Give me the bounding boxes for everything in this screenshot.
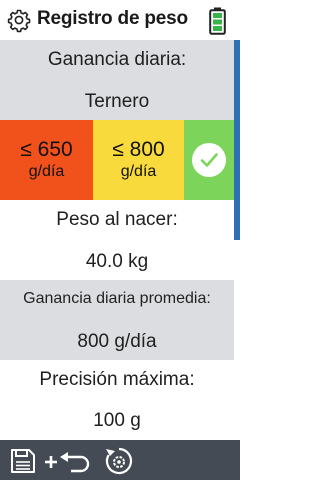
daily-gain-section: Ganancia diaria: Ternero [0, 40, 234, 120]
reset-settings-icon[interactable] [103, 445, 135, 477]
option-800-button[interactable]: ≤ 800 g/día [93, 120, 184, 200]
max-precision-section[interactable]: Precisión máxima: 100 g [0, 360, 234, 440]
daily-gain-category[interactable]: Ternero [0, 91, 234, 113]
option-650-unit: g/día [28, 163, 65, 180]
plus-return-icon[interactable] [43, 450, 93, 474]
battery-icon [209, 7, 226, 35]
avg-daily-gain-value: 800 g/día [77, 331, 157, 352]
option-650-button[interactable]: ≤ 650 g/día [0, 120, 93, 200]
footer-toolbar [0, 440, 240, 480]
avg-daily-gain-label: Ganancia diaria promedia: [23, 290, 211, 307]
max-precision-value: 100 g [93, 410, 141, 431]
daily-gain-label: Ganancia diaria: [47, 49, 187, 70]
avg-daily-gain-section[interactable]: Ganancia diaria promedia: 800 g/día [0, 280, 234, 360]
option-650-value: ≤ 650 [20, 138, 73, 161]
max-precision-label: Precisión máxima: [39, 369, 195, 390]
birth-weight-value: 40.0 kg [85, 251, 149, 272]
option-800-unit: g/día [120, 163, 157, 180]
scrollbar-indicator[interactable] [234, 40, 240, 240]
header-bar: Registro de peso [0, 0, 240, 40]
check-icon [192, 143, 226, 177]
birth-weight-section[interactable]: Peso al nacer: 40.0 kg [0, 200, 234, 280]
gear-icon[interactable] [6, 7, 32, 33]
save-icon[interactable] [10, 448, 38, 474]
page-title: Registro de peso [37, 8, 188, 29]
daily-gain-options: ≤ 650 g/día ≤ 800 g/día [0, 120, 234, 200]
option-800-value: ≤ 800 [112, 138, 165, 161]
birth-weight-label: Peso al nacer: [56, 209, 178, 230]
option-selected-button[interactable] [184, 120, 234, 200]
